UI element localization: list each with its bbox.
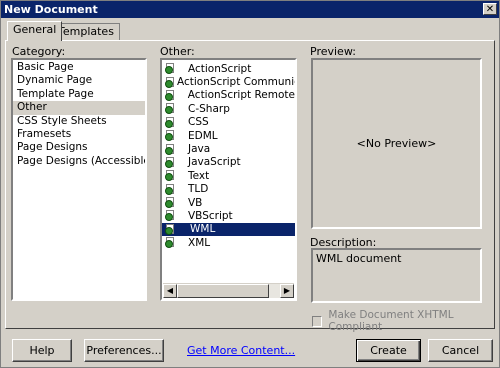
document-icon <box>165 183 176 195</box>
title-bar[interactable]: New Document ✕ <box>1 1 499 18</box>
other-label: Other: <box>160 45 195 58</box>
list-item-label: ActionScript Communication <box>177 76 295 89</box>
get-more-content-link[interactable]: Get More Content... <box>187 344 295 357</box>
list-item[interactable]: ActionScript Remote <box>162 89 295 102</box>
category-list[interactable]: Basic Page Dynamic Page Template Page Ot… <box>11 58 147 301</box>
list-item-label: WML <box>188 223 218 236</box>
document-icon <box>165 103 176 115</box>
document-icon <box>165 130 176 142</box>
list-item-label: XML <box>188 236 211 249</box>
description-text: WML document <box>316 252 402 265</box>
xhtml-compliant-option: Make Document XHTML Compliant <box>312 309 499 333</box>
list-item-label: ActionScript <box>188 62 252 75</box>
list-item-label: VBScript <box>188 209 233 222</box>
list-item[interactable]: EDML <box>162 129 295 142</box>
create-button[interactable]: Create <box>356 339 421 362</box>
cancel-button[interactable]: Cancel <box>428 339 493 362</box>
list-item[interactable]: JavaScript <box>162 156 295 169</box>
document-icon <box>165 170 176 182</box>
list-item-label: JavaScript <box>188 156 241 169</box>
preview-placeholder: <No Preview> <box>356 137 437 150</box>
file-type-list[interactable]: ActionScript ActionScript Communication … <box>160 58 297 301</box>
category-item-css-style-sheets[interactable]: CSS Style Sheets <box>13 115 145 128</box>
document-icon <box>165 63 176 75</box>
list-item-label: CSS <box>188 116 209 129</box>
new-document-dialog: New Document ✕ General Templates Categor… <box>0 0 500 368</box>
xhtml-compliant-label: Make Document XHTML Compliant <box>328 309 454 333</box>
close-icon[interactable]: ✕ <box>483 3 497 15</box>
list-item-label: Java <box>188 143 211 156</box>
document-icon <box>165 89 176 101</box>
description-box: WML document <box>311 248 482 303</box>
document-icon <box>165 197 176 209</box>
list-item-label: ActionScript Remote <box>187 89 295 102</box>
preview-label: Preview: <box>310 45 356 58</box>
document-icon <box>165 210 176 222</box>
category-label: Category: <box>12 45 66 58</box>
list-item-label: VB <box>188 196 203 209</box>
preview-panel: <No Preview> <box>311 58 482 229</box>
category-item-page-designs[interactable]: Page Designs <box>13 141 145 154</box>
list-item[interactable]: TLD <box>162 183 295 196</box>
list-item[interactable]: VB <box>162 196 295 209</box>
document-icon <box>165 143 176 155</box>
scroll-right-icon[interactable]: ▶ <box>280 284 294 298</box>
list-item[interactable]: ActionScript Communication <box>162 75 295 88</box>
category-item-template-page[interactable]: Template Page <box>13 88 145 101</box>
category-item-dynamic-page[interactable]: Dynamic Page <box>13 74 145 87</box>
list-item-label: Text <box>188 169 210 182</box>
list-item[interactable]: XML <box>162 236 295 249</box>
horizontal-scrollbar[interactable]: ◀ ▶ <box>163 283 294 298</box>
category-item-other[interactable]: Other <box>13 101 145 115</box>
preferences-button[interactable]: Preferences... <box>84 339 164 362</box>
scroll-left-icon[interactable]: ◀ <box>163 284 177 298</box>
list-item[interactable]: ActionScript <box>162 62 295 75</box>
document-icon <box>165 116 176 128</box>
tab-general[interactable]: General <box>7 21 63 41</box>
list-item-label: TLD <box>188 183 209 196</box>
help-button[interactable]: Help <box>12 339 72 362</box>
document-icon <box>165 223 176 235</box>
window-title: New Document <box>4 3 98 16</box>
category-item-basic-page[interactable]: Basic Page <box>13 61 145 74</box>
list-item[interactable]: VBScript <box>162 209 295 222</box>
document-icon <box>165 156 176 168</box>
document-icon <box>165 237 176 249</box>
tab-general-label: General <box>13 23 57 36</box>
list-item[interactable]: C-Sharp <box>162 102 295 115</box>
xhtml-compliant-checkbox[interactable] <box>312 315 323 327</box>
list-item-selected[interactable]: WML <box>162 222 295 237</box>
category-item-page-designs-accessible[interactable]: Page Designs (Accessible) <box>13 155 145 168</box>
tab-templates-label: Templates <box>58 25 114 38</box>
category-item-framesets[interactable]: Framesets <box>13 128 145 141</box>
list-item[interactable]: Text <box>162 169 295 182</box>
list-item-label: C-Sharp <box>188 102 230 115</box>
list-item[interactable]: CSS <box>162 116 295 129</box>
list-item[interactable]: Java <box>162 142 295 155</box>
scroll-thumb[interactable] <box>177 284 269 298</box>
list-item-label: EDML <box>188 129 218 142</box>
